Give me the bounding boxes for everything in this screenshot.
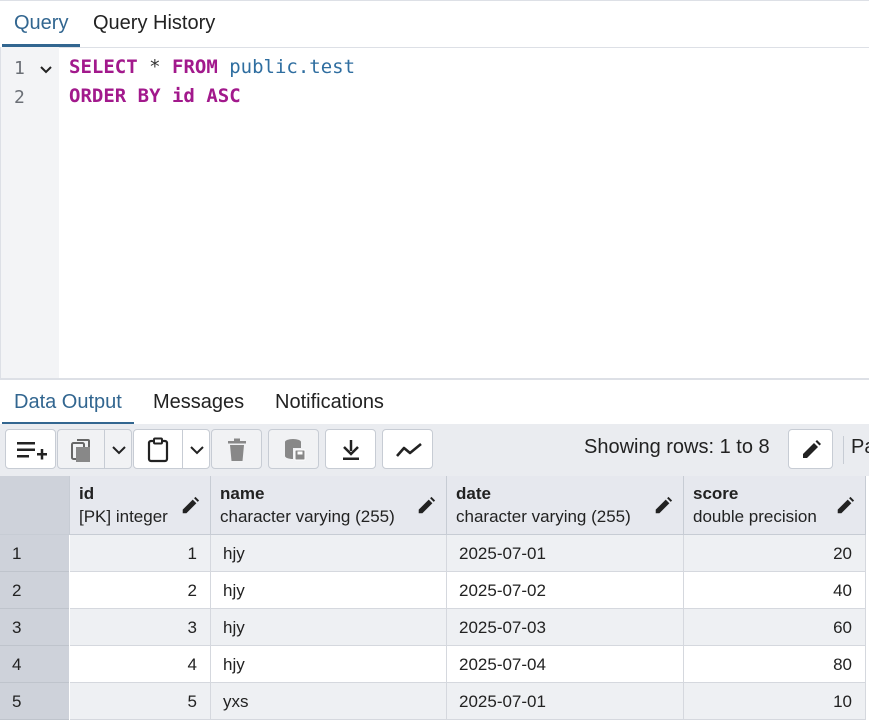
sql-editor[interactable]: 1 2 SELECT * FROM public.test ORDER BY i… — [0, 47, 869, 378]
cell-date[interactable]: 2025-07-03 — [447, 609, 684, 646]
code-line-2: ORDER BY id ASC — [69, 85, 241, 107]
edit-rows-button[interactable] — [788, 429, 833, 469]
keyword: FROM — [172, 56, 218, 78]
paste-button-group[interactable] — [133, 429, 210, 469]
cell-date[interactable]: 2025-07-01 — [447, 683, 684, 720]
toolbar-divider — [843, 436, 844, 464]
tab-notifications[interactable]: Notifications — [275, 380, 384, 424]
copy-button-group[interactable] — [57, 429, 132, 469]
button-separator — [104, 430, 105, 468]
cell-id[interactable]: 1 — [70, 535, 211, 572]
pencil-icon — [837, 496, 855, 514]
keyword: ASC — [206, 85, 241, 107]
cell-name[interactable]: hjy — [211, 609, 447, 646]
grid-corner[interactable] — [0, 476, 70, 535]
cell-score[interactable]: 10 — [684, 683, 866, 720]
row-number[interactable]: 3 — [0, 609, 69, 646]
cell-name[interactable]: hjy — [211, 572, 447, 609]
column-type: double precision — [693, 507, 817, 526]
row-number[interactable]: 2 — [0, 572, 69, 609]
tab-query[interactable]: Query — [1, 1, 82, 47]
copy-icon — [71, 439, 90, 462]
column-type: [PK] integer — [79, 507, 168, 526]
add-row-button[interactable] — [5, 429, 56, 469]
rows-count-label: Showing rows: 1 to 8 — [584, 436, 770, 458]
add-row-icon — [17, 442, 47, 460]
pagination-label: Pa — [851, 436, 869, 458]
keyword: id — [171, 85, 195, 107]
cell-date[interactable]: 2025-07-01 — [447, 535, 684, 572]
pencil-icon — [655, 496, 673, 514]
chevron-down-icon[interactable] — [189, 444, 205, 456]
button-separator — [182, 430, 183, 468]
download-button[interactable] — [325, 429, 376, 469]
row-number[interactable]: 4 — [0, 646, 69, 683]
line-chart-icon — [396, 442, 422, 457]
code-line-1: SELECT * FROM public.test — [69, 56, 355, 78]
column-name: date — [456, 484, 491, 503]
cell-name[interactable]: hjy — [211, 646, 447, 683]
save-data-button[interactable] — [268, 429, 319, 469]
results-toolbar: Showing rows: 1 to 8 Pa — [0, 424, 869, 476]
column-header-name[interactable]: name character varying (255) — [211, 476, 447, 535]
trash-icon — [228, 438, 246, 461]
cell-id[interactable]: 4 — [70, 646, 211, 683]
query-tab-bar: Query Query History — [0, 0, 869, 48]
column-header-id[interactable]: id [PK] integer — [70, 476, 211, 535]
operator: * — [149, 56, 161, 78]
cell-date[interactable]: 2025-07-02 — [447, 572, 684, 609]
tab-messages[interactable]: Messages — [153, 380, 244, 424]
column-type: character varying (255) — [456, 507, 631, 526]
cell-id[interactable]: 3 — [70, 609, 211, 646]
paste-icon — [147, 437, 169, 463]
delete-button[interactable] — [211, 429, 262, 469]
cell-score[interactable]: 20 — [684, 535, 866, 572]
column-header-score[interactable]: score double precision — [684, 476, 866, 535]
download-icon — [343, 440, 359, 460]
identifier: public.test — [229, 56, 356, 78]
cell-date[interactable]: 2025-07-04 — [447, 646, 684, 683]
column-name: name — [220, 484, 265, 503]
column-name: id — [79, 484, 95, 503]
column-header-date[interactable]: date character varying (255) — [447, 476, 684, 535]
editor-gutter: 1 2 — [1, 47, 59, 378]
tab-data-output[interactable]: Data Output — [2, 380, 134, 425]
cell-id[interactable]: 5 — [70, 683, 211, 720]
graph-visualiser-button[interactable] — [382, 429, 433, 469]
cell-score[interactable]: 80 — [684, 646, 866, 683]
database-save-icon — [285, 439, 306, 461]
line-number: 1 — [14, 58, 25, 79]
keyword: SELECT — [69, 56, 138, 78]
line-number: 2 — [14, 87, 25, 108]
column-type: character varying (255) — [220, 507, 395, 526]
cell-name[interactable]: yxs — [211, 683, 447, 720]
keyword: ORDER BY — [69, 85, 161, 107]
chevron-down-icon[interactable] — [111, 444, 127, 456]
pencil-icon — [803, 440, 821, 458]
column-name: score — [693, 484, 739, 503]
cell-score[interactable]: 40 — [684, 572, 866, 609]
pencil-icon — [418, 496, 436, 514]
row-number[interactable]: 5 — [0, 683, 69, 720]
cell-id[interactable]: 2 — [70, 572, 211, 609]
cell-name[interactable]: hjy — [211, 535, 447, 572]
results-tab-bar: Data Output Messages Notifications — [0, 380, 869, 425]
fold-chevron-icon[interactable] — [39, 63, 53, 77]
tab-query-history[interactable]: Query History — [93, 1, 215, 46]
pencil-icon — [182, 496, 200, 514]
cell-score[interactable]: 60 — [684, 609, 866, 646]
row-number[interactable]: 1 — [0, 535, 69, 572]
